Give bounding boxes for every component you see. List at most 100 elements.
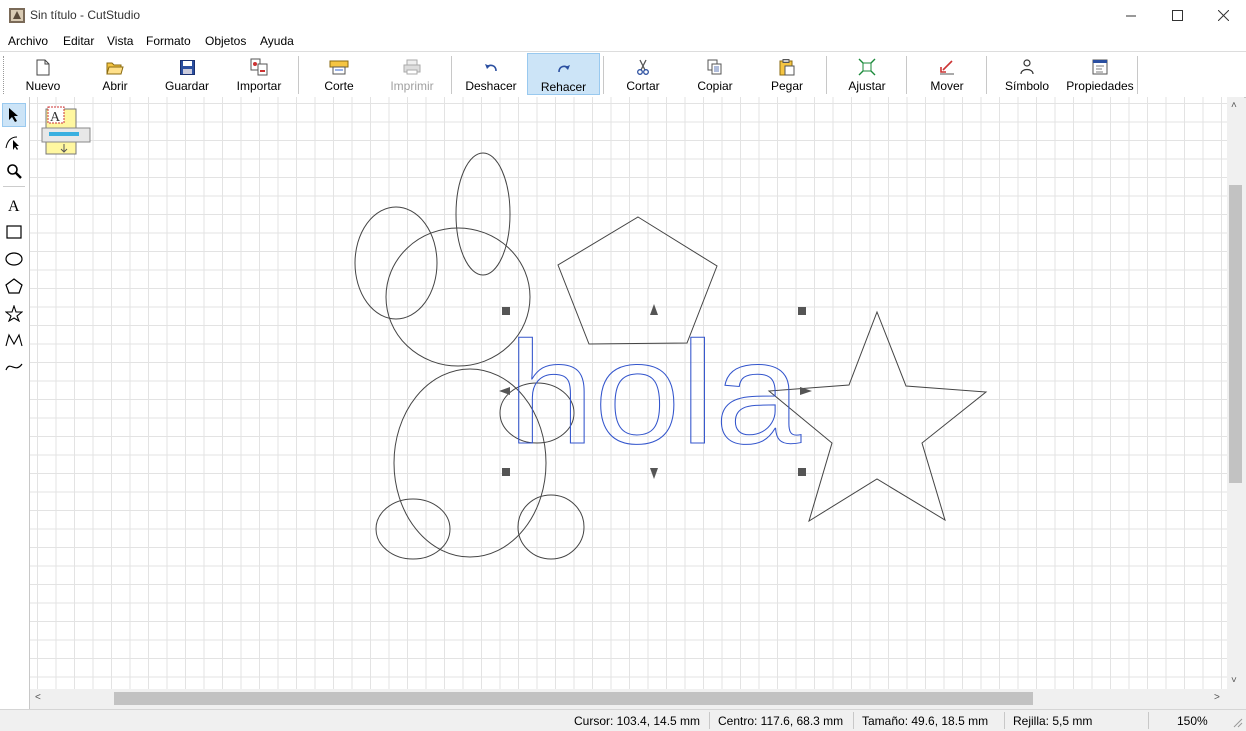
text-tool[interactable]: A bbox=[2, 193, 26, 217]
polygon-tool[interactable] bbox=[2, 274, 26, 298]
ellipse-tool[interactable] bbox=[2, 247, 26, 271]
ellipse-icon bbox=[5, 252, 23, 266]
drawing-canvas[interactable]: hola bbox=[30, 97, 1227, 689]
curve-icon bbox=[5, 363, 23, 371]
close-button[interactable] bbox=[1200, 0, 1246, 31]
vertical-scroll-thumb[interactable] bbox=[1229, 185, 1242, 483]
propiedades-button[interactable]: Propiedades bbox=[1064, 53, 1136, 95]
copy-icon bbox=[707, 59, 722, 75]
handle-bottom-right[interactable] bbox=[798, 468, 806, 476]
horizontal-scroll-thumb[interactable] bbox=[114, 692, 1033, 705]
redo-icon bbox=[557, 65, 570, 73]
handle-top-right[interactable] bbox=[798, 307, 806, 315]
handle-top[interactable] bbox=[650, 304, 658, 315]
close-icon bbox=[1217, 10, 1229, 21]
select-tool[interactable] bbox=[2, 103, 26, 127]
handle-left[interactable] bbox=[499, 387, 510, 395]
nuevo-button[interactable]: Nuevo bbox=[8, 53, 78, 95]
hola-text-object[interactable]: hola bbox=[508, 311, 803, 475]
menu-vista[interactable]: Vista bbox=[107, 34, 133, 48]
guardar-button[interactable]: Guardar bbox=[152, 53, 222, 95]
open-folder-icon bbox=[106, 62, 124, 74]
mover-label: Mover bbox=[930, 79, 964, 93]
toolbox: A bbox=[0, 97, 30, 709]
scroll-down-icon[interactable]: ˅ bbox=[1231, 675, 1237, 686]
polyline-tool[interactable] bbox=[2, 328, 26, 352]
rehacer-button[interactable]: Rehacer bbox=[527, 53, 600, 95]
maximize-button[interactable] bbox=[1154, 0, 1200, 31]
toolbar: Nuevo Abrir Guardar Importar Corte Impri… bbox=[0, 51, 1246, 98]
pentagon-icon bbox=[5, 278, 23, 294]
mover-button[interactable]: Mover bbox=[912, 53, 982, 95]
toolbar-grip[interactable] bbox=[3, 56, 6, 94]
save-icon bbox=[179, 59, 195, 75]
svg-text:A: A bbox=[8, 198, 20, 213]
cortar-label: Cortar bbox=[626, 79, 660, 93]
nuevo-label: Nuevo bbox=[25, 79, 61, 93]
tool-separator bbox=[3, 186, 25, 187]
status-separator bbox=[853, 712, 854, 729]
menu-editar[interactable]: Editar bbox=[63, 34, 94, 48]
status-zoom: 150% bbox=[1177, 714, 1208, 728]
status-separator bbox=[709, 712, 710, 729]
star-tool[interactable] bbox=[2, 301, 26, 325]
handle-top-left[interactable] bbox=[502, 307, 510, 315]
properties-icon bbox=[1092, 59, 1108, 75]
status-size: Tamaño: 49.6, 18.5 mm bbox=[862, 714, 989, 728]
copiar-button[interactable]: Copiar bbox=[680, 53, 750, 95]
vertical-scrollbar[interactable]: ˄ ˅ bbox=[1227, 97, 1244, 689]
scroll-up-icon[interactable]: ˄ bbox=[1231, 100, 1237, 111]
propiedades-label: Propiedades bbox=[1066, 79, 1134, 93]
curve-tool[interactable] bbox=[2, 355, 26, 379]
handle-bottom-left[interactable] bbox=[502, 468, 510, 476]
scroll-right-icon[interactable]: > bbox=[1214, 692, 1220, 703]
menu-archivo[interactable]: Archivo bbox=[8, 34, 48, 48]
imprimir-label: Imprimir bbox=[390, 79, 434, 93]
rectangle-icon bbox=[6, 225, 22, 239]
status-grid: Rejilla: 5,5 mm bbox=[1013, 714, 1093, 728]
move-icon bbox=[940, 60, 954, 75]
horizontal-scrollbar[interactable]: < > bbox=[30, 689, 1227, 708]
resize-grip-icon[interactable] bbox=[1232, 717, 1244, 729]
new-document-icon bbox=[36, 59, 50, 75]
menu-objetos[interactable]: Objetos bbox=[205, 34, 246, 48]
cut-plotter-icon bbox=[329, 60, 349, 75]
scroll-left-icon[interactable]: < bbox=[35, 692, 41, 703]
ajustar-button[interactable]: Ajustar bbox=[832, 53, 902, 95]
menu-ayuda[interactable]: Ayuda bbox=[260, 34, 294, 48]
menu-formato[interactable]: Formato bbox=[146, 34, 191, 48]
corte-label: Corte bbox=[324, 79, 354, 93]
toolbar-separator bbox=[451, 56, 452, 94]
importar-button[interactable]: Importar bbox=[224, 53, 294, 95]
star-shape[interactable] bbox=[767, 310, 988, 523]
arrow-pointer-icon bbox=[9, 108, 18, 122]
abrir-button[interactable]: Abrir bbox=[80, 53, 150, 95]
text-a-icon: A bbox=[8, 198, 20, 213]
edit-points-tool[interactable] bbox=[2, 130, 26, 154]
corte-button[interactable]: Corte bbox=[304, 53, 374, 95]
title-bar: Sin título - CutStudio bbox=[0, 0, 1246, 31]
imprimir-button[interactable]: Imprimir bbox=[376, 53, 448, 95]
status-separator bbox=[1148, 712, 1149, 729]
star-icon bbox=[5, 304, 23, 322]
pegar-button[interactable]: Pegar bbox=[752, 53, 822, 95]
copiar-label: Copiar bbox=[697, 79, 733, 93]
zoom-tool[interactable] bbox=[2, 159, 26, 183]
cutting-mat-icon[interactable]: A bbox=[40, 106, 92, 160]
minimize-button[interactable] bbox=[1108, 0, 1154, 31]
node-edit-icon bbox=[5, 136, 19, 150]
pegar-label: Pegar bbox=[770, 79, 804, 93]
deshacer-button[interactable]: Deshacer bbox=[456, 53, 526, 95]
cortar-button[interactable]: Cortar bbox=[608, 53, 678, 95]
minimize-icon bbox=[1126, 15, 1136, 16]
toolbar-separator bbox=[603, 56, 604, 94]
menu-bar: Archivo Editar Vista Formato Objetos Ayu… bbox=[0, 31, 1246, 51]
guardar-label: Guardar bbox=[164, 79, 210, 93]
person-symbol-icon bbox=[1020, 59, 1034, 75]
undo-icon bbox=[485, 64, 497, 72]
scissors-icon bbox=[637, 59, 649, 75]
toolbar-separator bbox=[298, 56, 299, 94]
status-separator bbox=[1004, 712, 1005, 729]
rectangle-tool[interactable] bbox=[2, 220, 26, 244]
simbolo-button[interactable]: Símbolo bbox=[992, 53, 1062, 95]
